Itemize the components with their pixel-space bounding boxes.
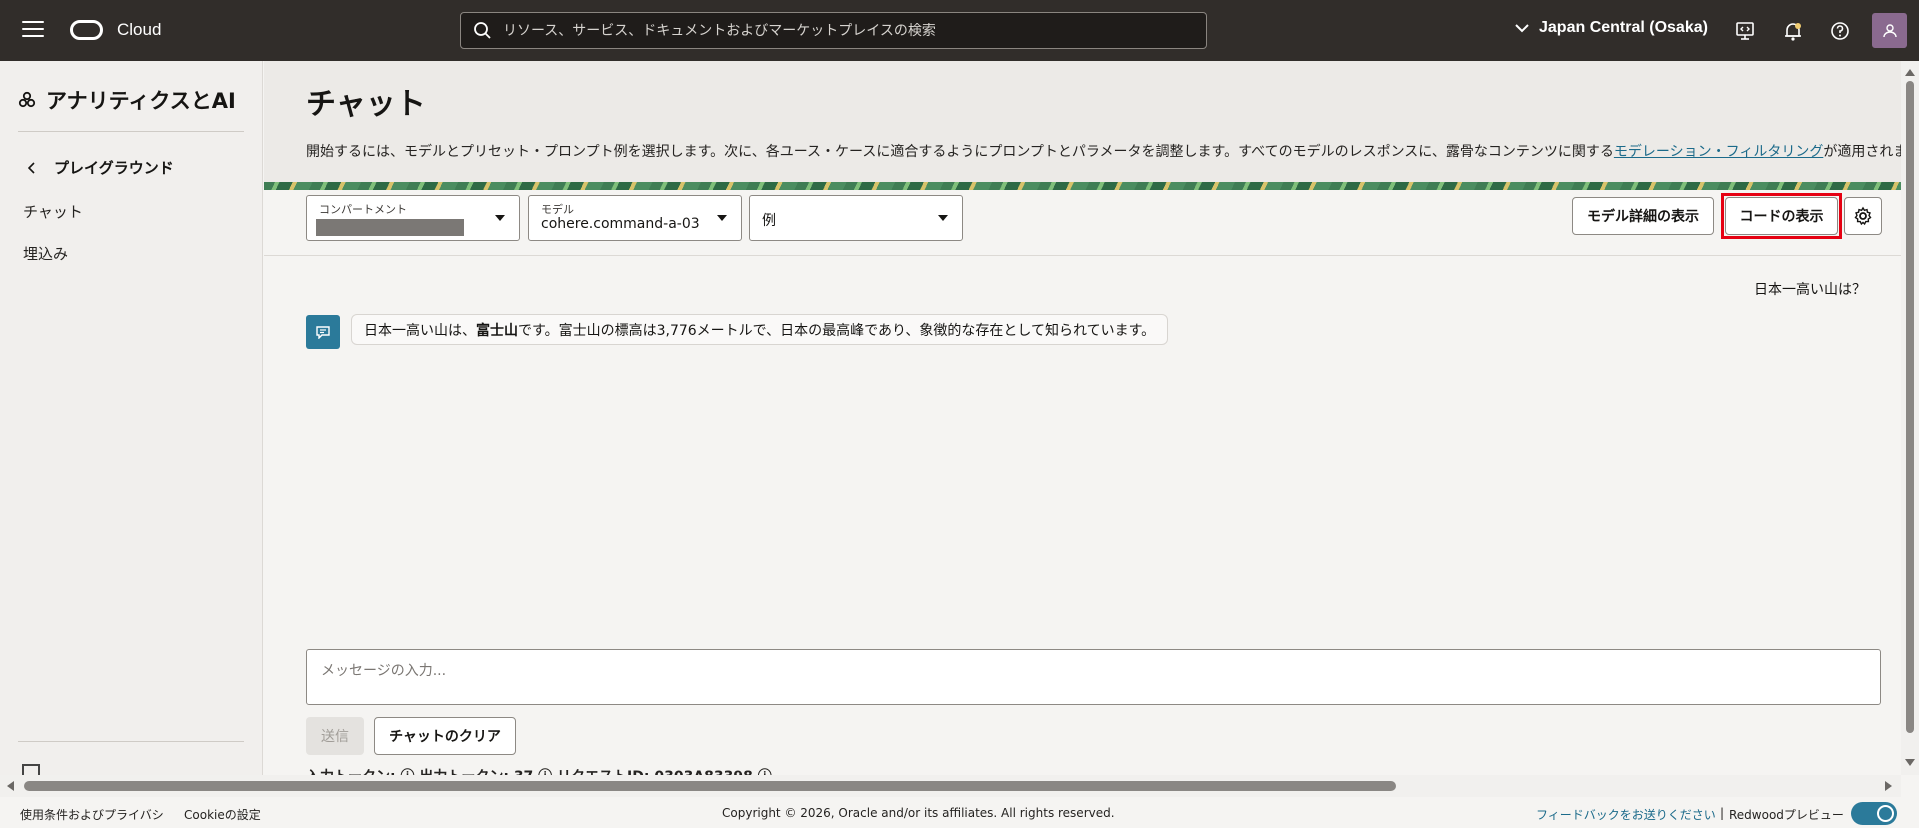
compartment-label: コンパートメント [319, 203, 407, 216]
search-input[interactable] [503, 22, 1183, 39]
chevron-left-icon [28, 161, 35, 174]
scroll-up-arrow-icon[interactable] [1905, 69, 1915, 76]
assistant-message-text-end: です。富士山の標高は3,776メートルで、日本の最高峰であり、象徴的な存在として… [518, 322, 1156, 339]
copyright-text: Copyright © 2026, Oracle and/or its affi… [722, 806, 1115, 820]
caret-down-icon [495, 215, 505, 221]
scroll-right-arrow-icon[interactable] [1885, 781, 1892, 791]
clear-chat-button[interactable]: チャットのクリア [374, 717, 516, 755]
oracle-cloud-logo[interactable]: Cloud [70, 20, 161, 40]
redwood-preview-toggle[interactable] [1851, 802, 1897, 825]
analytics-ai-icon [18, 91, 36, 108]
vertical-scroll-thumb[interactable] [1906, 81, 1914, 733]
model-value: cohere.command-a-03-2025 [541, 216, 699, 232]
view-code-highlight [1721, 193, 1842, 239]
scroll-down-arrow-icon[interactable] [1905, 759, 1915, 766]
compartment-select[interactable]: コンパートメント [306, 195, 520, 241]
sidebar-back-playground[interactable]: プレイグラウンド [28, 157, 174, 178]
assistant-message: 日本一高い山は、 富士山 です。富士山の標高は3,776メートルで、日本の最高峰であ… [351, 314, 1169, 345]
side-navigation: アナリティクスとAI プレイグラウンド チャット 埋込み [0, 61, 263, 776]
model-label: モデル [541, 203, 574, 216]
scroll-left-arrow-icon[interactable] [7, 781, 14, 791]
main-content: チャット 開始するには、モデルとプリセット・プロンプト例を選択します。次に、各ユ… [264, 61, 1901, 775]
top-navigation-bar: Cloud Japan Central (Osaka) [0, 0, 1919, 61]
developer-tools-icon[interactable] [1734, 20, 1756, 42]
sidebar-title: アナリティクスとAI [18, 85, 236, 115]
caret-down-icon [938, 215, 948, 221]
decorative-banner [264, 182, 1901, 190]
vertical-scrollbar[interactable] [1901, 61, 1919, 775]
terms-privacy-link[interactable]: 使用条件およびプライバシ [20, 806, 164, 823]
message-input[interactable] [307, 650, 1880, 704]
feedback-link[interactable]: フィードバックをお送りください [1536, 806, 1716, 823]
assistant-message-text: 日本一高い山は、 [364, 322, 476, 339]
example-select[interactable]: 例 [749, 195, 963, 241]
horizontal-scroll-thumb[interactable] [24, 781, 1396, 791]
sidebar-back-label: プレイグラウンド [54, 159, 174, 177]
region-selector[interactable]: Japan Central (Osaka) [1515, 19, 1708, 37]
settings-button[interactable] [1844, 197, 1882, 235]
message-input-box[interactable] [306, 649, 1881, 705]
chat-bubble-icon [316, 325, 330, 339]
hamburger-menu-icon[interactable] [22, 21, 44, 39]
page-header: チャット 開始するには、モデルとプリセット・プロンプト例を選択します。次に、各ユ… [264, 61, 1901, 182]
example-value: 例 [762, 213, 776, 229]
token-usage-info: 入力トークン: ⓘ 出力トークン: 37 ⓘ リクエストID: 0303A833… [306, 766, 772, 775]
user-avatar[interactable] [1872, 13, 1907, 48]
moderation-filtering-link[interactable]: モデレーション・フィルタリング [1614, 144, 1823, 160]
send-button[interactable]: 送信 [306, 717, 364, 755]
sidebar-divider [18, 131, 244, 132]
help-icon[interactable] [1829, 20, 1851, 42]
brand-label: Cloud [117, 20, 162, 39]
page-description: 開始するには、モデルとプリセット・プロンプト例を選択します。次に、各ユース・ケー… [306, 141, 1901, 161]
sidebar-item-chat[interactable]: チャット [23, 201, 83, 222]
cookie-settings-link[interactable]: Cookieの設定 [184, 806, 261, 823]
oracle-logo-icon [70, 20, 103, 40]
horizontal-scrollbar[interactable] [0, 775, 1901, 797]
view-model-details-button[interactable]: モデル詳細の表示 [1572, 197, 1714, 235]
redacted-compartment-value [316, 219, 464, 236]
sidebar-title-label: アナリティクスとAI [46, 89, 236, 113]
assistant-avatar [306, 315, 340, 349]
search-icon [474, 21, 491, 39]
caret-down-icon [717, 215, 727, 221]
gear-icon [1854, 206, 1872, 226]
page-title: チャット [306, 87, 426, 122]
toggle-knob [1877, 805, 1894, 822]
sidebar-divider-bottom [18, 741, 244, 742]
description-text-end: が適用されま [1823, 144, 1901, 160]
notifications-bell-icon[interactable] [1782, 20, 1804, 42]
description-text: 開始するには、モデルとプリセット・プロンプト例を選択します。次に、各ユース・ケー… [306, 144, 1614, 160]
redwood-preview-label: Redwoodプレビュー [1729, 808, 1844, 822]
region-label: Japan Central (Osaka) [1539, 19, 1708, 36]
assistant-message-bold: 富士山 [476, 322, 518, 339]
chevron-down-icon [1515, 23, 1529, 32]
user-profile-icon [1882, 23, 1897, 37]
user-message: 日本一高い山は？ [1754, 282, 1866, 298]
page-footer: 使用条件およびプライバシ Cookieの設定 Copyright © 2026,… [0, 797, 1919, 828]
footer-separator: | [1720, 806, 1725, 820]
sidebar-item-embeddings[interactable]: 埋込み [23, 243, 68, 264]
model-select[interactable]: モデル cohere.command-a-03-2025 [528, 195, 742, 241]
global-search[interactable] [460, 12, 1207, 49]
